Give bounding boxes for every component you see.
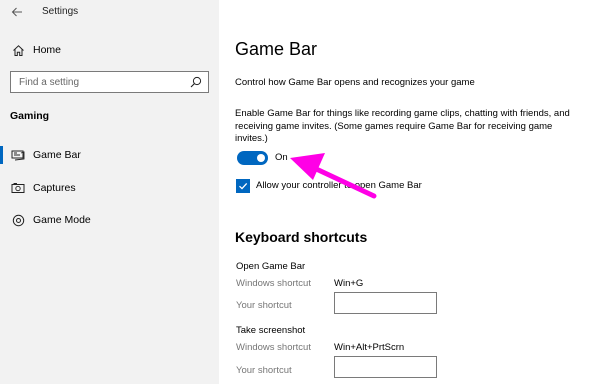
windows-shortcut-label: Windows shortcut [236, 342, 311, 353]
active-indicator [0, 146, 3, 164]
sidebar-item-label: Game Bar [33, 149, 81, 161]
sidebar-item-game-bar[interactable]: Game Bar [0, 143, 219, 167]
sidebar-item-label: Home [33, 44, 62, 56]
open-game-bar-shortcut-input[interactable] [334, 292, 437, 314]
shortcut-group-title: Take screenshot [236, 325, 306, 336]
controller-checkbox[interactable] [236, 179, 250, 193]
sidebar-item-label: Captures [33, 182, 76, 194]
sidebar-item-game-mode[interactable]: Game Mode [0, 208, 219, 232]
sidebar-item-home[interactable]: Home [0, 38, 219, 62]
search-box[interactable] [10, 71, 209, 93]
your-shortcut-label: Your shortcut [236, 300, 292, 311]
windows-shortcut-label: Windows shortcut [236, 278, 311, 289]
keyboard-shortcuts-heading: Keyboard shortcuts [235, 229, 368, 245]
game-bar-icon [11, 148, 25, 162]
toggle-state-label: On [275, 152, 288, 163]
sidebar-item-captures[interactable]: Captures [0, 176, 219, 200]
shortcut-group-title: Open Game Bar [236, 261, 306, 272]
controller-checkbox-label: Allow your controller to open Game Bar [256, 180, 422, 191]
captures-icon [11, 181, 25, 195]
back-button[interactable] [9, 4, 25, 20]
page-title: Game Bar [235, 39, 318, 59]
window-title: Settings [42, 6, 79, 17]
sidebar: Settings Home Gaming Game Bar [0, 0, 219, 384]
toggle-knob [257, 154, 265, 162]
home-icon [11, 43, 25, 57]
page-description: Control how Game Bar opens and recognize… [235, 77, 475, 88]
search-input[interactable] [11, 72, 191, 92]
sidebar-section-label: Gaming [10, 110, 50, 122]
take-screenshot-shortcut-input[interactable] [334, 356, 437, 378]
your-shortcut-label: Your shortcut [236, 365, 292, 376]
title-bar: Settings [0, 0, 219, 26]
windows-shortcut-value: Win+Alt+PrtScrn [334, 342, 405, 353]
sidebar-item-label: Game Mode [33, 214, 91, 226]
enable-description: Enable Game Bar for things like recordin… [235, 108, 570, 144]
windows-shortcut-value: Win+G [334, 278, 364, 289]
checkmark-icon [239, 182, 248, 190]
search-icon[interactable] [190, 76, 202, 88]
game-mode-icon [11, 213, 25, 227]
game-bar-toggle[interactable] [237, 151, 268, 165]
main-content: Game Bar Control how Game Bar opens and … [219, 0, 600, 384]
back-arrow-icon [11, 7, 22, 17]
